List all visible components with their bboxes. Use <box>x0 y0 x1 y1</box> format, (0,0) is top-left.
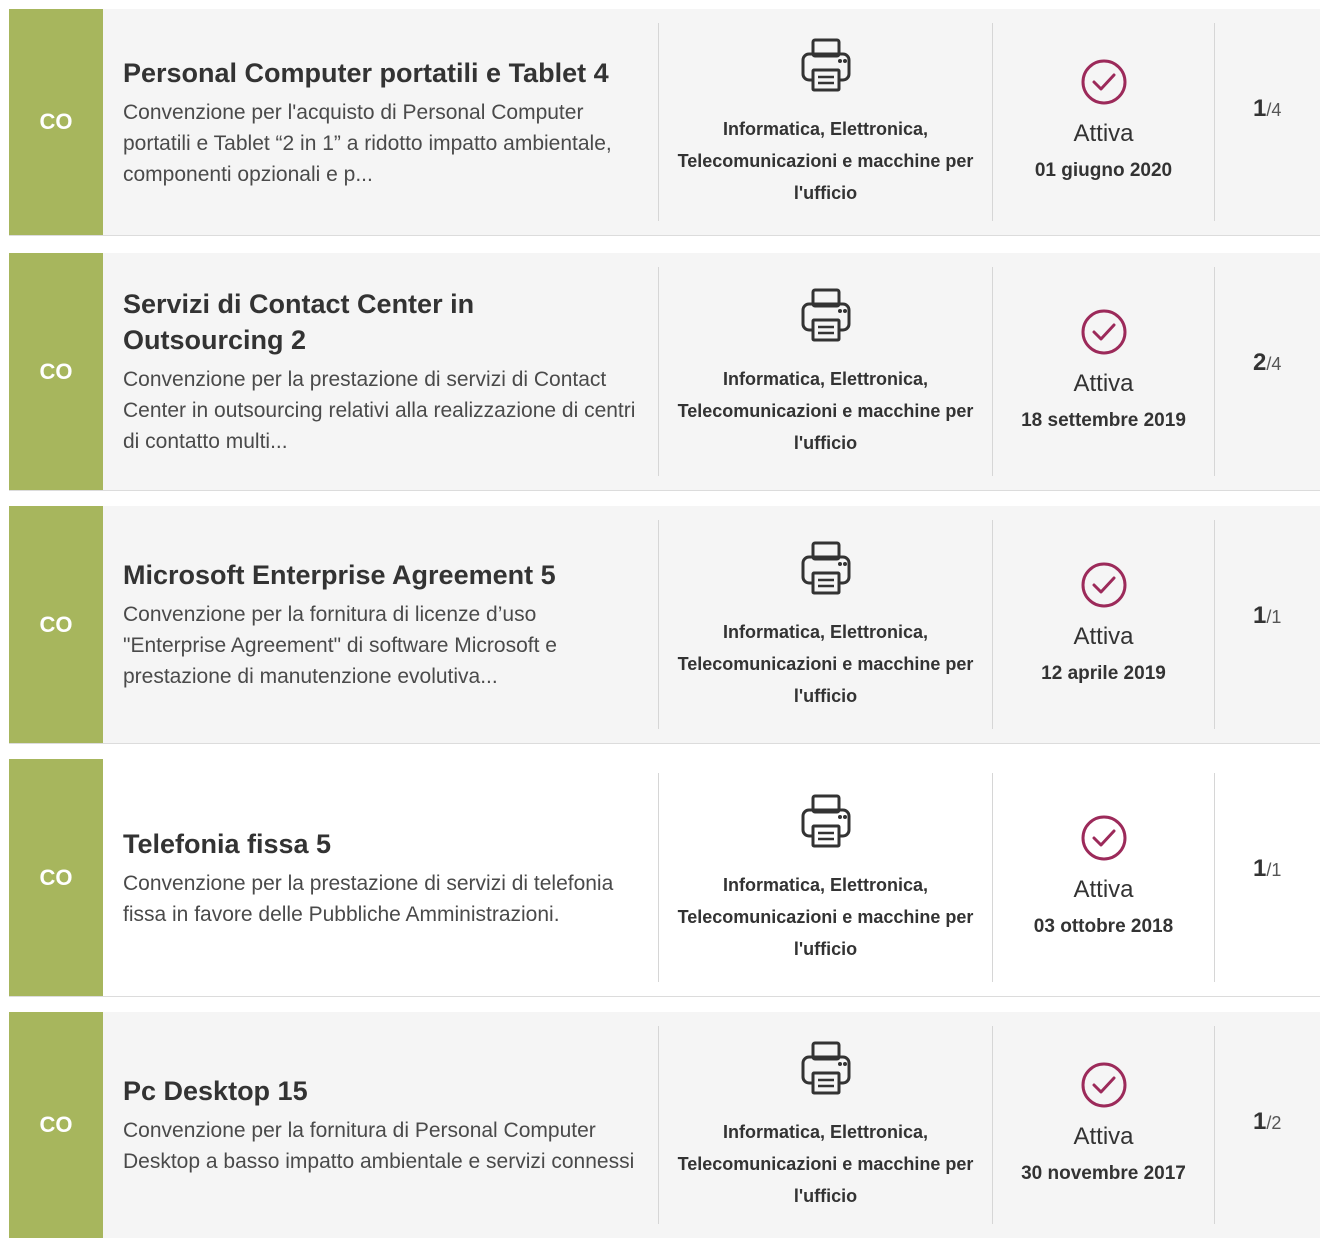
activation-date: 18 settembre 2019 <box>1021 409 1186 431</box>
status-label: Attiva <box>1073 369 1134 397</box>
card-description: Convenzione per la prestazione di serviz… <box>123 871 614 926</box>
lot-total: 4 <box>1271 354 1282 374</box>
printer-icon <box>801 1041 850 1095</box>
printer-icon <box>801 794 850 847</box>
check-circle-icon <box>1081 309 1126 354</box>
activation-date: 01 giugno 2020 <box>1034 160 1173 181</box>
card-title[interactable]: Telefonia fissa 5 <box>123 826 643 862</box>
lot-counter: 1/1 <box>1215 506 1320 743</box>
convention-card[interactable]: CO Personal Computer portatili e Tablet … <box>9 9 1320 236</box>
printer-icon <box>801 288 850 341</box>
lot-total: 1 <box>1271 607 1282 627</box>
lot-counter: 1/2 <box>1215 1012 1320 1238</box>
card-main: Microsoft Enterprise Agreement 5 Convenz… <box>123 506 643 743</box>
lot-current: 1 <box>1253 602 1267 629</box>
lot-counter: 1/1 <box>1215 759 1320 996</box>
category-label: Informatica, Elettronica, Telecomunicazi… <box>677 874 974 959</box>
status-cell: Attiva 03 ottobre 2018 <box>993 759 1214 996</box>
lot-current: 2 <box>1253 349 1267 376</box>
card-main: Servizi di Contact Center in Outsourcing… <box>123 253 643 490</box>
card-description: Convenzione per l'acquisto di Personal C… <box>123 100 612 186</box>
convention-card[interactable]: CO Servizi di Contact Center in Outsourc… <box>9 253 1320 491</box>
check-circle-icon <box>1081 59 1126 105</box>
card-main: Telefonia fissa 5 Convenzione per la pre… <box>123 759 643 996</box>
category-cell: Informatica, Elettronica, Telecomunicazi… <box>659 1012 992 1238</box>
category-cell: Informatica, Elettronica, Telecomunicazi… <box>659 506 992 743</box>
card-title[interactable]: Pc Desktop 15 <box>123 1073 643 1109</box>
printer-icon <box>801 38 850 92</box>
convention-card[interactable]: CO Microsoft Enterprise Agreement 5 Conv… <box>9 506 1320 744</box>
lot-counter: 2/4 <box>1215 253 1320 490</box>
category-label: Informatica, Elettronica, Telecomunicazi… <box>677 368 974 453</box>
card-description: Convenzione per la fornitura di licenze … <box>123 603 557 688</box>
status-cell: Attiva 01 giugno 2020 <box>993 9 1214 235</box>
type-badge: CO <box>9 1012 103 1238</box>
activation-date: 30 novembre 2017 <box>1021 1163 1186 1184</box>
card-description: Convenzione per la prestazione di serviz… <box>123 368 636 453</box>
status-label: Attiva <box>1073 120 1134 147</box>
category-label: Informatica, Elettronica, Telecomunicazi… <box>677 621 974 706</box>
lot-current: 1 <box>1253 95 1267 122</box>
status-label: Attiva <box>1073 875 1134 903</box>
card-description: Convenzione per la fornitura di Personal… <box>123 1119 635 1173</box>
lot-current: 1 <box>1253 855 1267 882</box>
status-label: Attiva <box>1073 1123 1134 1150</box>
lot-counter: 1/4 <box>1215 9 1320 235</box>
lot-total: 4 <box>1271 100 1282 120</box>
type-badge: CO <box>9 9 103 235</box>
card-main: Personal Computer portatili e Tablet 4 C… <box>123 9 643 235</box>
lot-total: 2 <box>1271 1113 1282 1133</box>
category-label: Informatica, Elettronica, Telecomunicazi… <box>677 1122 974 1206</box>
lot-total: 1 <box>1271 860 1282 880</box>
lot-current: 1 <box>1253 1108 1267 1135</box>
card-title[interactable]: Microsoft Enterprise Agreement 5 <box>123 557 643 593</box>
check-circle-icon <box>1081 815 1126 860</box>
activation-date: 12 aprile 2019 <box>1041 662 1166 684</box>
category-label: Informatica, Elettronica, Telecomunicazi… <box>677 119 974 203</box>
status-label: Attiva <box>1073 622 1134 650</box>
printer-icon <box>801 541 850 594</box>
card-title[interactable]: Personal Computer portatili e Tablet 4 <box>123 55 643 91</box>
type-badge: CO <box>9 506 103 743</box>
type-badge: CO <box>9 759 103 996</box>
activation-date: 03 ottobre 2018 <box>1033 915 1174 937</box>
type-badge: CO <box>9 253 103 490</box>
category-cell: Informatica, Elettronica, Telecomunicazi… <box>659 9 992 235</box>
convention-card[interactable]: CO Pc Desktop 15 Convenzione per la forn… <box>9 1012 1320 1238</box>
status-cell: Attiva 12 aprile 2019 <box>993 506 1214 743</box>
check-circle-icon <box>1081 1062 1126 1108</box>
status-cell: Attiva 18 settembre 2019 <box>993 253 1214 490</box>
category-cell: Informatica, Elettronica, Telecomunicazi… <box>659 759 992 996</box>
card-title[interactable]: Servizi di Contact Center in Outsourcing… <box>123 286 543 358</box>
category-cell: Informatica, Elettronica, Telecomunicazi… <box>659 253 992 490</box>
card-main: Pc Desktop 15 Convenzione per la fornitu… <box>123 1012 643 1238</box>
check-circle-icon <box>1081 562 1126 607</box>
status-cell: Attiva 30 novembre 2017 <box>993 1012 1214 1238</box>
convention-card[interactable]: CO Telefonia fissa 5 Convenzione per la … <box>9 759 1320 997</box>
